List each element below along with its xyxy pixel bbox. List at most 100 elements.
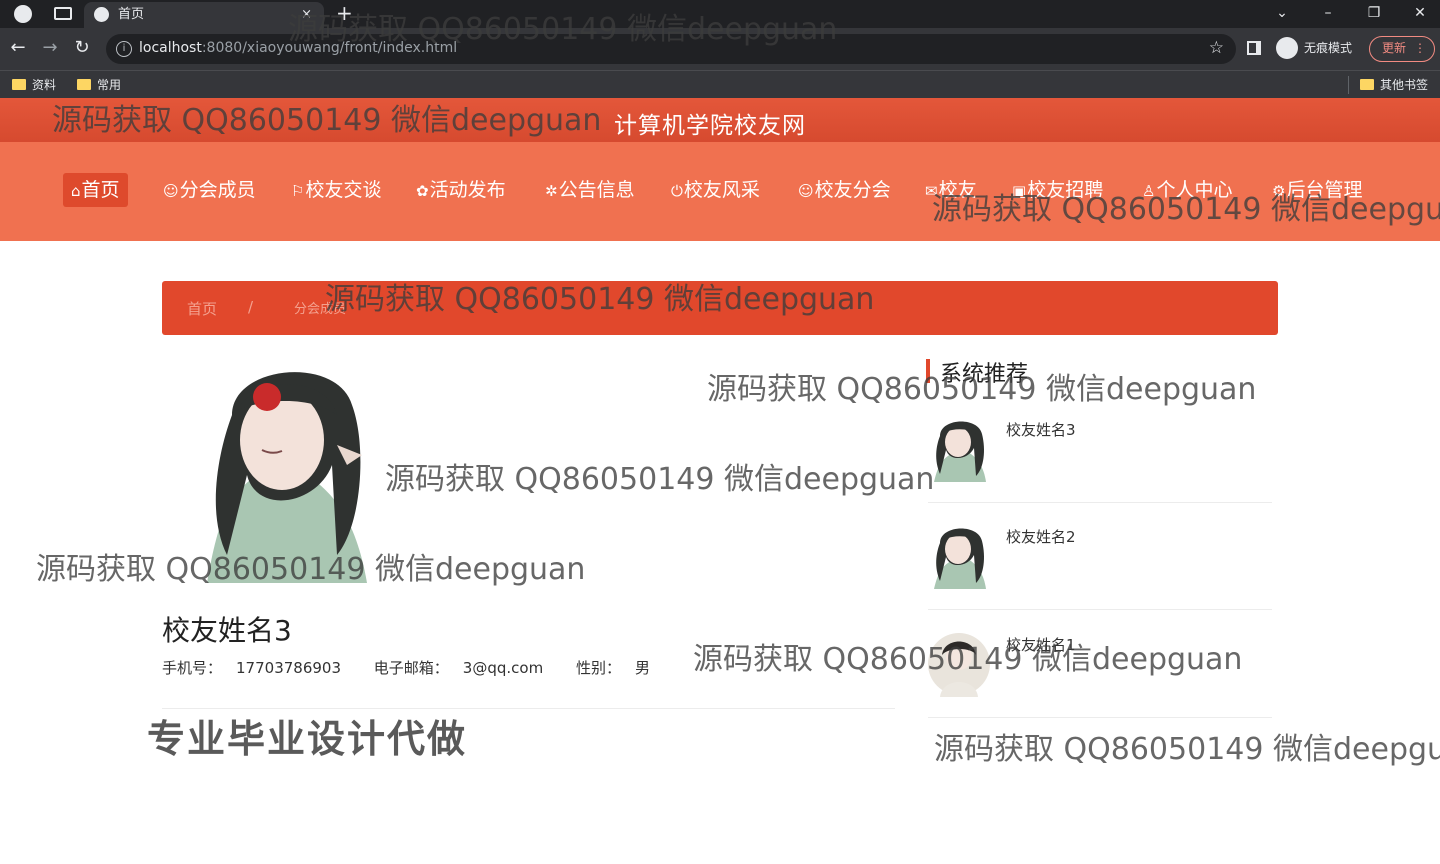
- update-label: 更新: [1382, 41, 1407, 55]
- tab-title: 首页: [118, 7, 145, 22]
- url-path: :8080/xiaoyouwang/front/index.html: [201, 40, 458, 56]
- nav-item-label: 活动发布: [429, 179, 506, 201]
- bookmark-divider: [1348, 76, 1349, 94]
- watermark: 源码获取 QQ86050149 微信deepguan: [934, 732, 1440, 767]
- nav-item-icon: ✲: [545, 182, 558, 200]
- tab-close-icon[interactable]: ×: [301, 2, 312, 28]
- recommend-name[interactable]: 校友姓名3: [1006, 419, 1076, 440]
- restore-icon[interactable]: ❐: [1351, 0, 1397, 28]
- tab-list-chevron-icon[interactable]: ⌄: [1259, 0, 1305, 28]
- phone-value: 17703786903: [236, 659, 341, 677]
- nav-item-9[interactable]: ♙个人中心: [1134, 173, 1240, 207]
- url-host: localhost: [139, 40, 202, 56]
- email-value: 3@qq.com: [462, 659, 544, 677]
- globe-icon: [94, 7, 109, 22]
- minimize-icon[interactable]: –: [1305, 0, 1351, 28]
- nav-item-icon: ✉: [925, 182, 938, 200]
- nav-item-icon: ⚙: [1272, 182, 1286, 200]
- bookmark-label: 常用: [97, 78, 122, 92]
- nav-item-icon: ⏻: [671, 182, 683, 200]
- nav-item-label: 校友交谈: [305, 179, 382, 201]
- incognito-label: 无痕模式: [1304, 41, 1353, 55]
- nav-item-icon: ⚐: [291, 182, 305, 200]
- nav-item-icon: ♙: [1142, 182, 1156, 200]
- browser-tab[interactable]: 首页 ×: [84, 2, 324, 28]
- nav-item-label: 校友: [938, 179, 977, 201]
- phone-label: 手机号：: [162, 659, 223, 677]
- bookmark-star-icon[interactable]: ☆: [1209, 38, 1224, 58]
- recommend-name[interactable]: 校友姓名2: [1006, 526, 1076, 547]
- nav-item-label: 首页: [81, 179, 120, 201]
- incognito-indicator[interactable]: 无痕模式: [1274, 36, 1352, 60]
- email-field: 电子邮箱： 3@qq.com: [374, 659, 557, 677]
- other-bookmarks[interactable]: 其他书签: [1358, 75, 1428, 95]
- incognito-icon: [1276, 37, 1298, 59]
- nav-item-icon: ⌂: [71, 182, 81, 200]
- sidebar-title-accent: [926, 359, 930, 383]
- nav-item-label: 校友招聘: [1027, 179, 1104, 201]
- nav-item-5[interactable]: ⏻校友风采: [663, 173, 768, 207]
- nav-item-label: 分会成员: [179, 179, 256, 201]
- member-name: 校友姓名3: [162, 614, 292, 647]
- forward-arrow-icon[interactable]: →: [38, 36, 62, 60]
- breadcrumb-current: 分会成员: [294, 302, 347, 317]
- breadcrumb-home-link[interactable]: 首页: [187, 298, 217, 319]
- folder-icon: [77, 79, 91, 90]
- address-url: localhost:8080/xiaoyouwang/front/index.h…: [139, 40, 457, 56]
- nav-item-icon: ✿: [416, 182, 429, 200]
- gender-label: 性别：: [575, 659, 621, 677]
- promo-overlay: 专业毕业设计代做: [147, 717, 468, 761]
- folder-icon: [1360, 79, 1374, 90]
- bookmark-label: 资料: [32, 78, 57, 92]
- kebab-menu-icon: ⋮: [1414, 41, 1426, 55]
- nav-item-icon: ☺: [798, 182, 814, 200]
- nav-item-label: 公告信息: [558, 179, 635, 201]
- back-arrow-icon[interactable]: ←: [6, 36, 30, 60]
- nav-item-label: 个人中心: [1156, 179, 1233, 201]
- nav-item-icon: ☺: [163, 182, 179, 200]
- recommend-thumbnail[interactable]: [928, 523, 990, 589]
- nav-item-4[interactable]: ✲公告信息: [537, 173, 643, 207]
- browser-tab-strip: 首页 × + ⌄ – ❐ ✕: [0, 0, 1440, 28]
- nav-item-6[interactable]: ☺校友分会: [790, 173, 899, 207]
- member-photo: [187, 355, 383, 583]
- nav-item-icon: ▣: [1012, 182, 1027, 200]
- nav-item-7[interactable]: ✉校友: [917, 173, 985, 207]
- nav-item-0[interactable]: ⌂首页: [63, 173, 128, 207]
- browser-toolbar: ← → ↻ i localhost:8080/xiaoyouwang/front…: [0, 28, 1440, 70]
- tab-search-icon[interactable]: [54, 7, 72, 20]
- browser-menu-icon[interactable]: [14, 5, 32, 23]
- gender-field: 性别： 男: [576, 659, 664, 677]
- reload-icon[interactable]: ↻: [70, 36, 94, 60]
- nav-item-8[interactable]: ▣校友招聘: [1004, 173, 1111, 207]
- recommend-divider: [928, 502, 1272, 503]
- nav-item-label: 校友风采: [683, 179, 760, 201]
- close-window-icon[interactable]: ✕: [1397, 0, 1440, 28]
- nav-item-10[interactable]: ⚙后台管理: [1264, 173, 1370, 207]
- nav-item-2[interactable]: ⚐校友交谈: [283, 173, 389, 207]
- nav-item-1[interactable]: ☺分会成员: [155, 173, 264, 207]
- address-bar[interactable]: i localhost:8080/xiaoyouwang/front/index…: [106, 34, 1236, 64]
- sidebar-title: 系统推荐: [940, 362, 1029, 387]
- site-info-icon[interactable]: i: [116, 41, 132, 57]
- nav-item-label: 后台管理: [1286, 179, 1363, 201]
- bookmark-folder-changyong[interactable]: 常用: [75, 75, 121, 95]
- bookmarks-bar: 资料 常用 其他书签: [0, 70, 1440, 98]
- phone-field: 手机号： 17703786903: [162, 659, 355, 677]
- recommend-name[interactable]: 校友姓名1: [1006, 634, 1076, 655]
- recommend-divider: [928, 609, 1272, 610]
- nav-item-label: 校友分会: [814, 179, 891, 201]
- folder-icon: [12, 79, 26, 90]
- breadcrumb-separator: /: [248, 298, 254, 316]
- nav-item-3[interactable]: ✿活动发布: [408, 173, 514, 207]
- site-title: 计算机学院校友网: [614, 113, 806, 139]
- new-tab-button[interactable]: +: [336, 1, 353, 25]
- recommend-thumbnail[interactable]: [928, 416, 990, 482]
- watermark: 源码获取 QQ86050149 微信deepguan: [385, 462, 935, 497]
- other-bookmarks-label: 其他书签: [1380, 78, 1429, 92]
- side-panel-icon[interactable]: [1247, 41, 1261, 55]
- bookmark-folder-ziliao[interactable]: 资料: [10, 75, 56, 95]
- recommend-thumbnail[interactable]: [928, 631, 990, 697]
- update-button[interactable]: 更新 ⋮: [1369, 36, 1435, 62]
- gender-value: 男: [634, 659, 650, 677]
